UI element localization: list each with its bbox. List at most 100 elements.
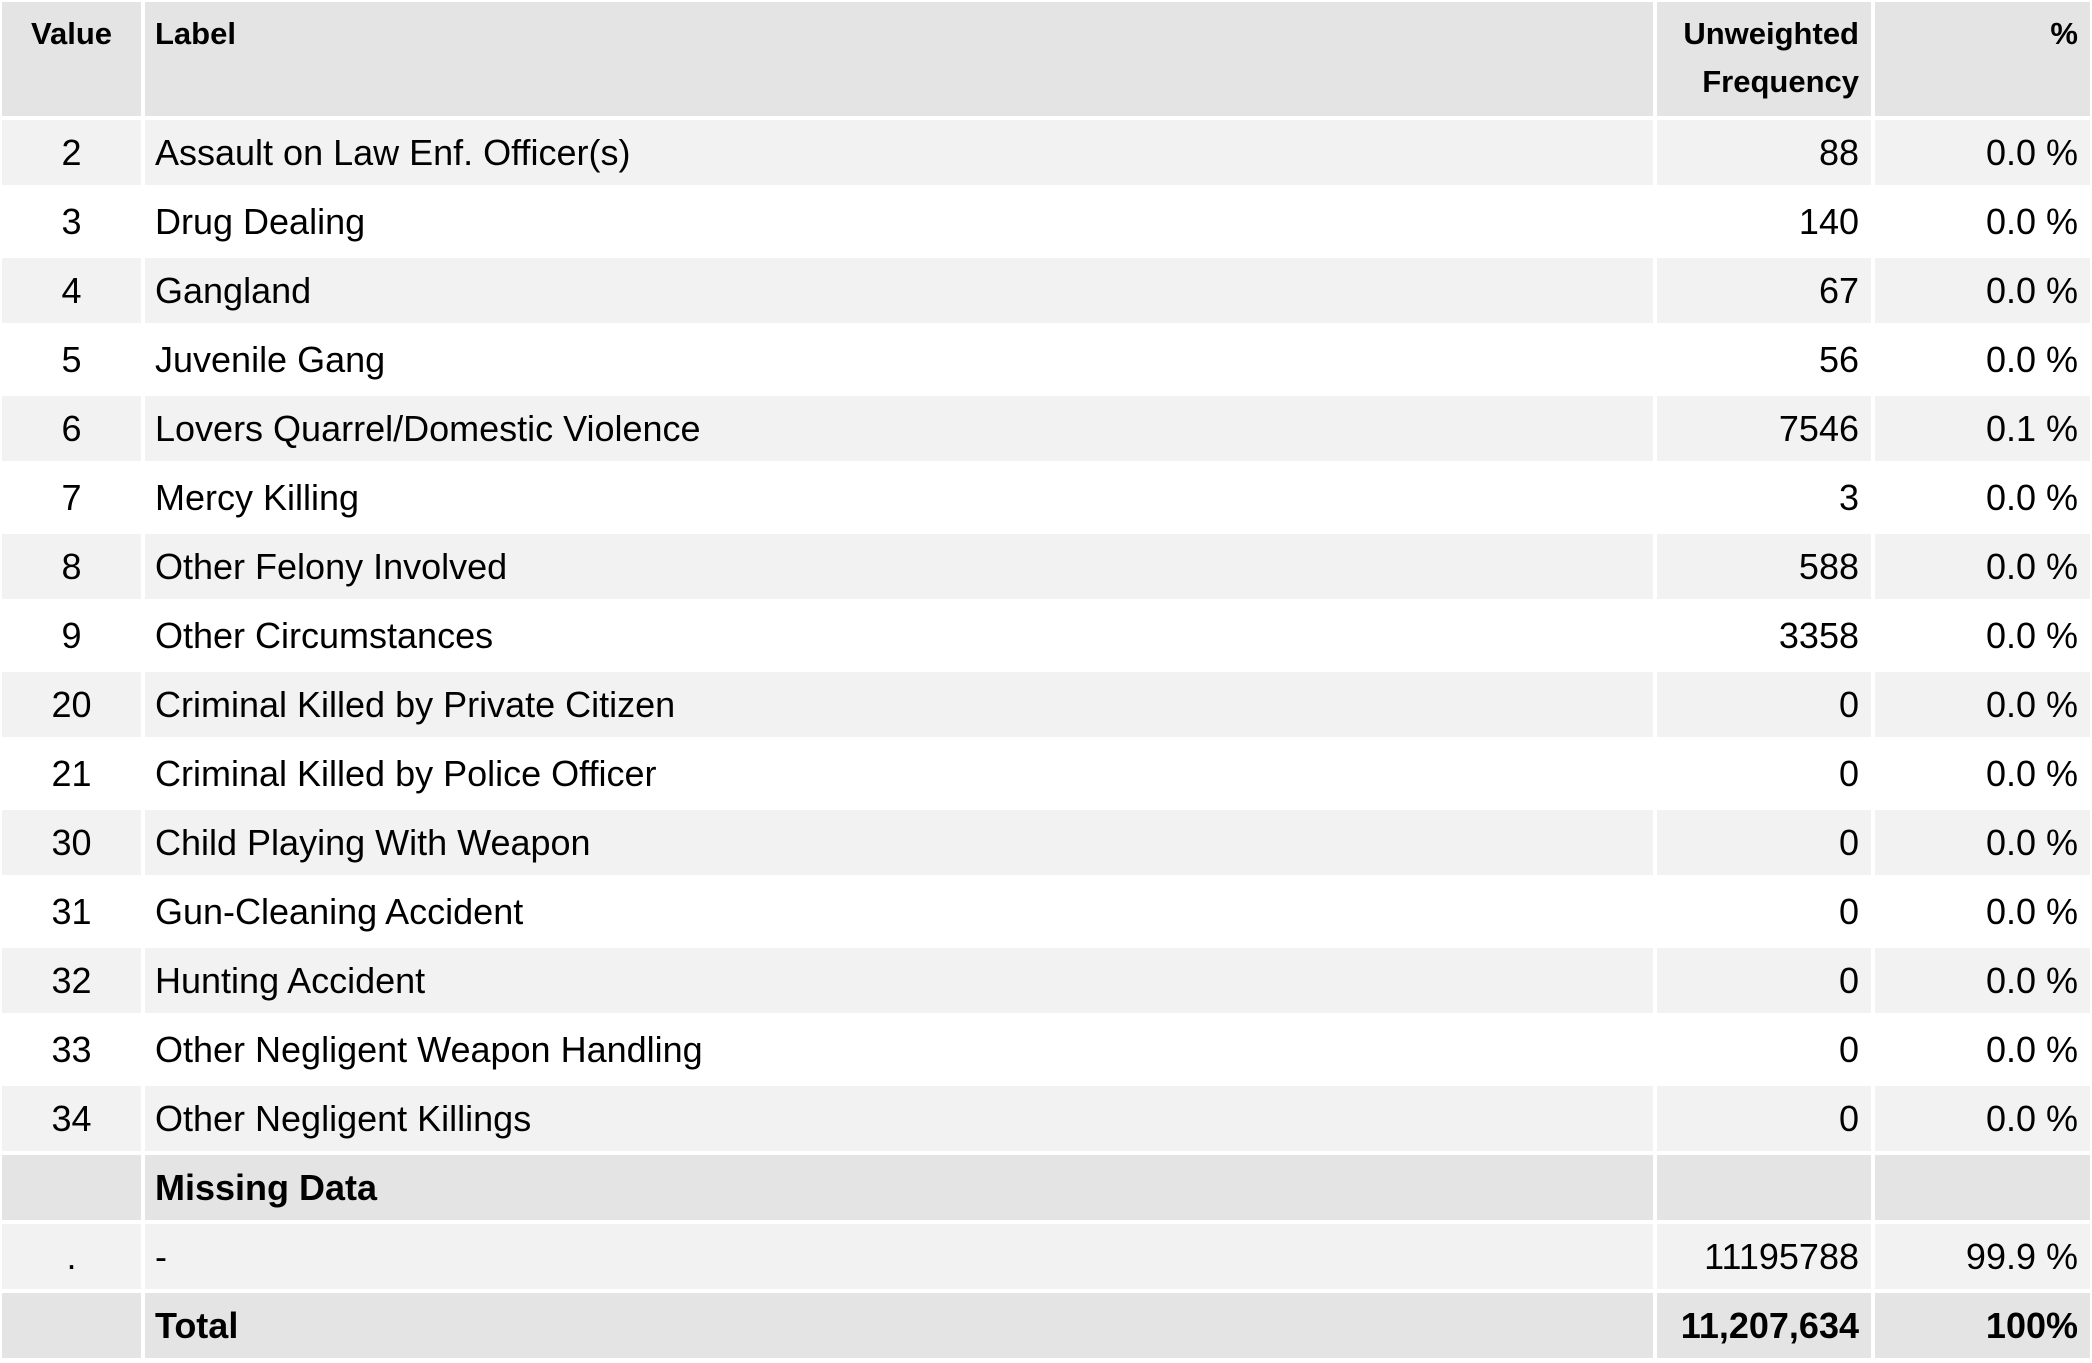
table-row: 9 Other Circumstances 3358 0.0 % — [2, 603, 2090, 672]
cell-frequency: 11195788 — [1657, 1224, 1875, 1293]
cell-value: 4 — [2, 258, 145, 327]
cell-value: . — [2, 1224, 145, 1293]
cell-frequency: 0 — [1657, 810, 1875, 879]
cell-percent: 0.0 % — [1875, 189, 2090, 258]
cell-value: 5 — [2, 327, 145, 396]
header-frequency-line1: Unweighted — [1683, 16, 1859, 51]
total-percent: 100% — [1875, 1293, 2090, 1362]
cell-percent: 0.0 % — [1875, 120, 2090, 189]
table-row: 32 Hunting Accident 0 0.0 % — [2, 948, 2090, 1017]
table-body: 2 Assault on Law Enf. Officer(s) 88 0.0 … — [2, 120, 2090, 1362]
cell-percent: 0.0 % — [1875, 603, 2090, 672]
table-row: 4 Gangland 67 0.0 % — [2, 258, 2090, 327]
cell-percent: 0.0 % — [1875, 327, 2090, 396]
cell-label: Drug Dealing — [145, 189, 1657, 258]
cell-label: Other Circumstances — [145, 603, 1657, 672]
cell-label: - — [145, 1224, 1657, 1293]
cell-frequency: 0 — [1657, 1017, 1875, 1086]
cell-value: 6 — [2, 396, 145, 465]
missing-data-heading: Missing Data — [145, 1155, 1657, 1224]
cell-label: Other Felony Involved — [145, 534, 1657, 603]
table-row: 3 Drug Dealing 140 0.0 % — [2, 189, 2090, 258]
cell-value: 30 — [2, 810, 145, 879]
cell-percent: 0.0 % — [1875, 258, 2090, 327]
cell-value: 21 — [2, 741, 145, 810]
cell-percent: 0.0 % — [1875, 810, 2090, 879]
cell-value: 33 — [2, 1017, 145, 1086]
cell-value: 31 — [2, 879, 145, 948]
cell-value: 3 — [2, 189, 145, 258]
cell-frequency: 0 — [1657, 948, 1875, 1017]
cell-value: 8 — [2, 534, 145, 603]
cell-value: 2 — [2, 120, 145, 189]
cell-percent: 0.1 % — [1875, 396, 2090, 465]
cell-frequency: 588 — [1657, 534, 1875, 603]
cell-frequency-empty — [1657, 1155, 1875, 1224]
cell-value: 34 — [2, 1086, 145, 1155]
table-header: Value Label Unweighted Frequency % — [2, 2, 2090, 120]
cell-percent: 0.0 % — [1875, 1017, 2090, 1086]
table-row: 21 Criminal Killed by Police Officer 0 0… — [2, 741, 2090, 810]
cell-frequency: 88 — [1657, 120, 1875, 189]
table-row: 34 Other Negligent Killings 0 0.0 % — [2, 1086, 2090, 1155]
table-row: 5 Juvenile Gang 56 0.0 % — [2, 327, 2090, 396]
cell-percent: 0.0 % — [1875, 741, 2090, 810]
cell-frequency: 3358 — [1657, 603, 1875, 672]
table-row: 20 Criminal Killed by Private Citizen 0 … — [2, 672, 2090, 741]
cell-value: 9 — [2, 603, 145, 672]
cell-frequency: 67 — [1657, 258, 1875, 327]
cell-label: Other Negligent Weapon Handling — [145, 1017, 1657, 1086]
header-value: Value — [2, 2, 145, 120]
table-row: 31 Gun-Cleaning Accident 0 0.0 % — [2, 879, 2090, 948]
cell-percent: 0.0 % — [1875, 534, 2090, 603]
header-frequency: Unweighted Frequency — [1657, 2, 1875, 120]
total-frequency: 11,207,634 — [1657, 1293, 1875, 1362]
cell-label: Hunting Accident — [145, 948, 1657, 1017]
table-row: 33 Other Negligent Weapon Handling 0 0.0… — [2, 1017, 2090, 1086]
table-row: 30 Child Playing With Weapon 0 0.0 % — [2, 810, 2090, 879]
header-label: Label — [145, 2, 1657, 120]
cell-percent: 0.0 % — [1875, 1086, 2090, 1155]
missing-data-row: . - 11195788 99.9 % — [2, 1224, 2090, 1293]
cell-frequency: 0 — [1657, 741, 1875, 810]
cell-value: 20 — [2, 672, 145, 741]
cell-label: Assault on Law Enf. Officer(s) — [145, 120, 1657, 189]
cell-label: Lovers Quarrel/Domestic Violence — [145, 396, 1657, 465]
table-row: 6 Lovers Quarrel/Domestic Violence 7546 … — [2, 396, 2090, 465]
cell-percent: 99.9 % — [1875, 1224, 2090, 1293]
cell-value-empty — [2, 1293, 145, 1362]
cell-label: Juvenile Gang — [145, 327, 1657, 396]
cell-frequency: 0 — [1657, 879, 1875, 948]
frequency-table: Value Label Unweighted Frequency % 2 Ass… — [2, 2, 2090, 1362]
header-percent: % — [1875, 2, 2090, 120]
cell-label: Other Negligent Killings — [145, 1086, 1657, 1155]
table-row: 7 Mercy Killing 3 0.0 % — [2, 465, 2090, 534]
total-row: Total 11,207,634 100% — [2, 1293, 2090, 1362]
cell-label: Child Playing With Weapon — [145, 810, 1657, 879]
cell-value: 7 — [2, 465, 145, 534]
cell-percent: 0.0 % — [1875, 879, 2090, 948]
header-frequency-line2: Frequency — [1702, 64, 1859, 99]
cell-frequency: 0 — [1657, 672, 1875, 741]
missing-data-section-row: Missing Data — [2, 1155, 2090, 1224]
cell-percent: 0.0 % — [1875, 672, 2090, 741]
cell-value-empty — [2, 1155, 145, 1224]
cell-percent: 0.0 % — [1875, 948, 2090, 1017]
cell-frequency: 7546 — [1657, 396, 1875, 465]
header-row: Value Label Unweighted Frequency % — [2, 2, 2090, 120]
cell-frequency: 140 — [1657, 189, 1875, 258]
cell-label: Criminal Killed by Private Citizen — [145, 672, 1657, 741]
cell-frequency: 56 — [1657, 327, 1875, 396]
table-row: 8 Other Felony Involved 588 0.0 % — [2, 534, 2090, 603]
table-row: 2 Assault on Law Enf. Officer(s) 88 0.0 … — [2, 120, 2090, 189]
cell-percent-empty — [1875, 1155, 2090, 1224]
cell-label: Gangland — [145, 258, 1657, 327]
cell-frequency: 3 — [1657, 465, 1875, 534]
cell-label: Gun-Cleaning Accident — [145, 879, 1657, 948]
cell-frequency: 0 — [1657, 1086, 1875, 1155]
cell-percent: 0.0 % — [1875, 465, 2090, 534]
cell-label: Criminal Killed by Police Officer — [145, 741, 1657, 810]
cell-value: 32 — [2, 948, 145, 1017]
total-label: Total — [145, 1293, 1657, 1362]
cell-label: Mercy Killing — [145, 465, 1657, 534]
